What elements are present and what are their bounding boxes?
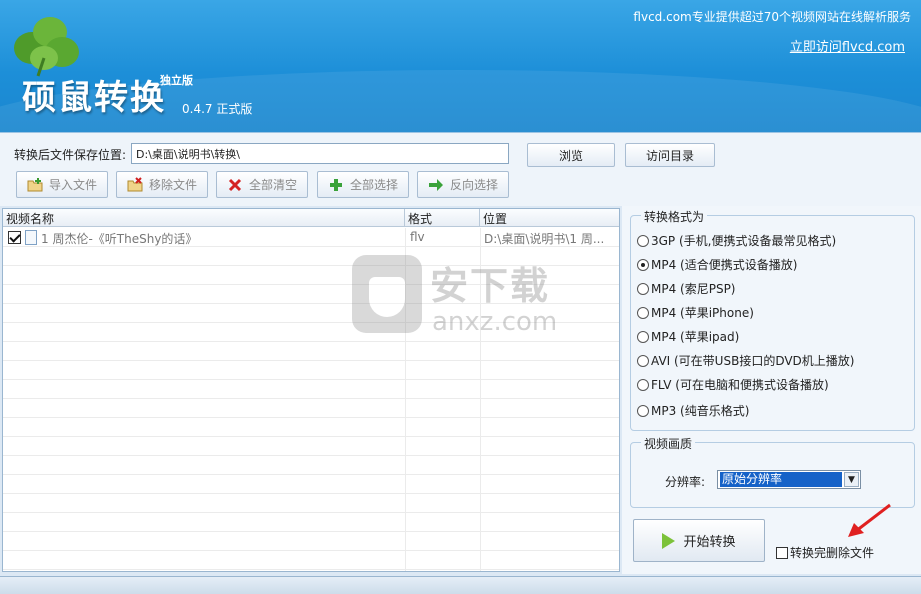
format-option-mp4-portable[interactable]: MP4 (适合便携式设备播放) xyxy=(637,256,797,273)
save-location-label: 转换后文件保存位置: xyxy=(14,148,127,162)
format-option-mp3[interactable]: MP3 (纯音乐格式) xyxy=(637,402,749,419)
file-list-table[interactable]: 视频名称 格式 位置 1 周杰伦-《听TheShy的话》 flv D:\桌面\说… xyxy=(2,208,620,572)
chevron-down-icon[interactable]: ▼ xyxy=(844,472,859,487)
table-row[interactable]: 1 周杰伦-《听TheShy的话》 flv D:\桌面\说明书\1 周... xyxy=(3,228,619,247)
row-location: D:\桌面\说明书\1 周... xyxy=(484,232,605,246)
import-file-button[interactable]: 导入文件 xyxy=(16,171,108,198)
toolbar: 转换后文件保存位置: 浏览 访问目录 导入文件 移除文件 全部清空 全部选择 反… xyxy=(0,132,921,206)
format-option-label: MP4 (苹果iPhone) xyxy=(651,306,754,320)
browse-button-label: 浏览 xyxy=(558,148,583,163)
clover-logo-icon xyxy=(14,17,79,77)
folder-add-icon xyxy=(27,177,43,191)
format-option-mp4-iphone[interactable]: MP4 (苹果iPhone) xyxy=(637,304,754,321)
format-option-mp4-psp[interactable]: MP4 (索尼PSP) xyxy=(637,280,736,297)
format-group-title: 转换格式为 xyxy=(641,208,708,225)
radio-button-selected[interactable] xyxy=(637,258,649,271)
select-all-button[interactable]: 全部选择 xyxy=(317,171,409,198)
header-slogan: flvcd.com专业提供超过70个视频网站在线解析服务 xyxy=(633,10,911,24)
radio-button[interactable] xyxy=(637,354,649,367)
radio-button[interactable] xyxy=(637,306,649,319)
start-conversion-button[interactable]: 开始转换 xyxy=(633,519,765,562)
select-all-label: 全部选择 xyxy=(349,178,398,192)
resolution-select[interactable]: 原始分辨率 ▼ xyxy=(717,470,861,489)
table-grid xyxy=(3,228,619,571)
column-header-location[interactable]: 位置 xyxy=(480,209,619,227)
start-conversion-label: 开始转换 xyxy=(683,535,736,550)
column-divider xyxy=(480,228,481,571)
format-option-3gp[interactable]: 3GP (手机,便携式设备最常见格式) xyxy=(637,232,836,249)
app-header: 硕鼠转换 独立版 0.4.7 正式版 flvcd.com专业提供超过70个视频网… xyxy=(0,0,921,132)
clear-all-label: 全部清空 xyxy=(248,178,297,192)
save-path-input[interactable] xyxy=(131,143,509,164)
import-file-label: 导入文件 xyxy=(48,178,97,192)
format-option-label: AVI (可在带USB接口的DVD机上播放) xyxy=(651,354,855,368)
row-video-name: 1 周杰伦-《听TheShy的话》 xyxy=(41,232,198,246)
row-checkbox[interactable] xyxy=(8,231,21,244)
play-icon xyxy=(662,532,676,549)
format-option-label: MP4 (索尼PSP) xyxy=(651,282,736,296)
format-option-label: MP4 (苹果ipad) xyxy=(651,330,740,344)
red-x-icon xyxy=(228,178,242,191)
version-label: 0.4.7 正式版 xyxy=(182,102,253,116)
remove-file-button[interactable]: 移除文件 xyxy=(116,171,208,198)
resolution-label: 分辨率: xyxy=(665,475,706,489)
app-title: 硕鼠转换 xyxy=(22,78,166,118)
invert-selection-label: 反向选择 xyxy=(449,178,498,192)
column-header-format[interactable]: 格式 xyxy=(405,209,480,227)
status-bar xyxy=(0,576,921,594)
column-divider xyxy=(405,228,406,571)
browse-button[interactable]: 浏览 xyxy=(527,143,615,167)
column-header-name[interactable]: 视频名称 xyxy=(3,209,405,227)
visit-directory-label: 访问目录 xyxy=(645,148,694,163)
radio-button[interactable] xyxy=(637,404,649,417)
checkbox[interactable] xyxy=(776,546,788,559)
format-option-label: MP4 (适合便携式设备播放) xyxy=(651,258,798,272)
visit-flvcd-link[interactable]: 立即访问flvcd.com xyxy=(790,36,905,55)
format-option-avi[interactable]: AVI (可在带USB接口的DVD机上播放) xyxy=(637,352,854,369)
folder-remove-icon xyxy=(127,176,143,191)
invert-selection-button[interactable]: 反向选择 xyxy=(417,171,509,198)
remove-file-label: 移除文件 xyxy=(148,178,197,192)
visit-directory-button[interactable]: 访问目录 xyxy=(625,143,715,167)
delete-after-convert-checkbox[interactable]: 转换完删除文件 xyxy=(776,544,874,561)
radio-button[interactable] xyxy=(637,378,649,391)
conversion-options-panel: 转换格式为 3GP (手机,便携式设备最常见格式) MP4 (适合便携式设备播放… xyxy=(622,206,921,574)
file-icon xyxy=(25,230,37,245)
format-option-label: MP3 (纯音乐格式) xyxy=(651,404,750,418)
radio-button[interactable] xyxy=(637,234,649,247)
format-option-mp4-ipad[interactable]: MP4 (苹果ipad) xyxy=(637,328,739,345)
radio-button[interactable] xyxy=(637,330,649,343)
resolution-selected-value: 原始分辨率 xyxy=(720,472,842,487)
green-arrow-right-icon xyxy=(428,178,443,191)
radio-button[interactable] xyxy=(637,282,649,295)
quality-group-title: 视频画质 xyxy=(641,435,696,452)
row-format: flv xyxy=(410,230,425,244)
format-group: 转换格式为 3GP (手机,便携式设备最常见格式) MP4 (适合便携式设备播放… xyxy=(630,208,915,431)
red-arrow-annotation-icon xyxy=(848,503,891,537)
green-plus-icon xyxy=(329,178,342,191)
format-option-flv[interactable]: FLV (可在电脑和便携式设备播放) xyxy=(637,376,829,393)
format-option-label: 3GP (手机,便携式设备最常见格式) xyxy=(651,234,837,248)
clear-all-button[interactable]: 全部清空 xyxy=(216,171,308,198)
format-option-label: FLV (可在电脑和便携式设备播放) xyxy=(651,378,829,392)
delete-after-convert-label: 转换完删除文件 xyxy=(790,546,875,560)
edition-label: 独立版 xyxy=(160,74,193,87)
video-quality-group: 视频画质 分辨率: 原始分辨率 ▼ xyxy=(630,435,915,508)
